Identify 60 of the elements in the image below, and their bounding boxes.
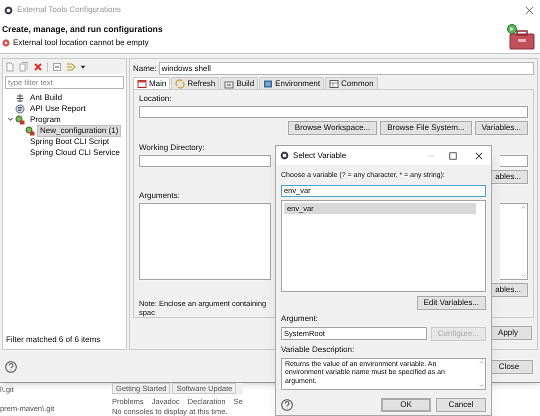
program-icon [25, 126, 35, 136]
tree-item[interactable]: Spring Cloud CLI Service [27, 146, 123, 158]
help-icon[interactable] [5, 361, 17, 373]
tab[interactable]: Build [220, 77, 258, 89]
location-label: Location: [139, 93, 172, 105]
help-icon[interactable] [281, 399, 293, 411]
chevron-down-icon[interactable] [7, 116, 14, 123]
new-file-icon [5, 62, 15, 72]
app-icon [280, 151, 289, 160]
toolbox-icon [506, 24, 536, 50]
copy-icon [19, 62, 29, 72]
cancel-button[interactable]: Cancel [436, 398, 486, 412]
dialog-title: Select Variable [293, 150, 346, 162]
tree-item[interactable]: Program [27, 114, 64, 126]
caret-icon[interactable] [80, 64, 86, 70]
window-title: External Tools Configurations [17, 4, 121, 16]
environment-icon [263, 78, 274, 88]
argument-label: Argument: [281, 312, 319, 324]
scroll-down-icon [521, 273, 526, 278]
name-label: Name: [133, 62, 157, 74]
program-icon [15, 114, 25, 124]
delete-icon [33, 62, 43, 72]
arguments-label: Arguments: [139, 190, 180, 202]
refresh-icon [175, 78, 186, 88]
browse-button[interactable]: Browse Workspace... [288, 120, 378, 135]
app-icon [4, 6, 13, 14]
close-icon[interactable] [475, 152, 483, 160]
browse-button[interactable]: Browse File System... [380, 120, 472, 135]
partial-button[interactable]: ables... [489, 170, 528, 184]
window-icon [137, 78, 147, 88]
close-icon[interactable] [525, 6, 534, 14]
tab[interactable]: Environment [259, 77, 324, 89]
description-label: Variable Description: [281, 344, 356, 356]
tree-item[interactable]: API Use Report [27, 102, 89, 114]
working-directory-label: Working Directory: [139, 142, 205, 154]
header-title: Create, manage, and run configurations [2, 24, 163, 34]
filter-icon [66, 62, 76, 72]
scroll-down-icon [479, 382, 484, 388]
browse-button[interactable]: Variables... [474, 120, 528, 135]
tab[interactable]: Refresh [171, 77, 220, 89]
error-message: External tool location cannot be empty [13, 37, 149, 49]
tree-item[interactable]: Spring Boot CLI Script [27, 136, 112, 148]
location-field[interactable] [139, 106, 528, 118]
arguments-field[interactable] [139, 202, 271, 280]
tree-item[interactable]: Ant Build [27, 92, 66, 104]
text-field-edge[interactable] [500, 154, 528, 167]
name-field[interactable]: windows shell [158, 62, 534, 75]
tab[interactable]: Common [325, 77, 378, 89]
table-icon [329, 78, 340, 88]
tab[interactable]: Main [133, 77, 170, 89]
filter-status: Filter matched 6 of 6 items [5, 334, 102, 346]
scroll-up-icon [521, 204, 526, 210]
report-icon [15, 104, 25, 114]
tree-item[interactable]: New_configuration (1) [37, 124, 122, 136]
ok-button[interactable]: OK [381, 398, 431, 412]
maximize-icon[interactable] [449, 152, 457, 160]
working-directory-field[interactable] [139, 154, 271, 167]
collapse-icon [52, 62, 62, 72]
scroll-up-icon [479, 360, 484, 364]
edit-variables-button[interactable]: Edit Variables... [416, 296, 486, 310]
